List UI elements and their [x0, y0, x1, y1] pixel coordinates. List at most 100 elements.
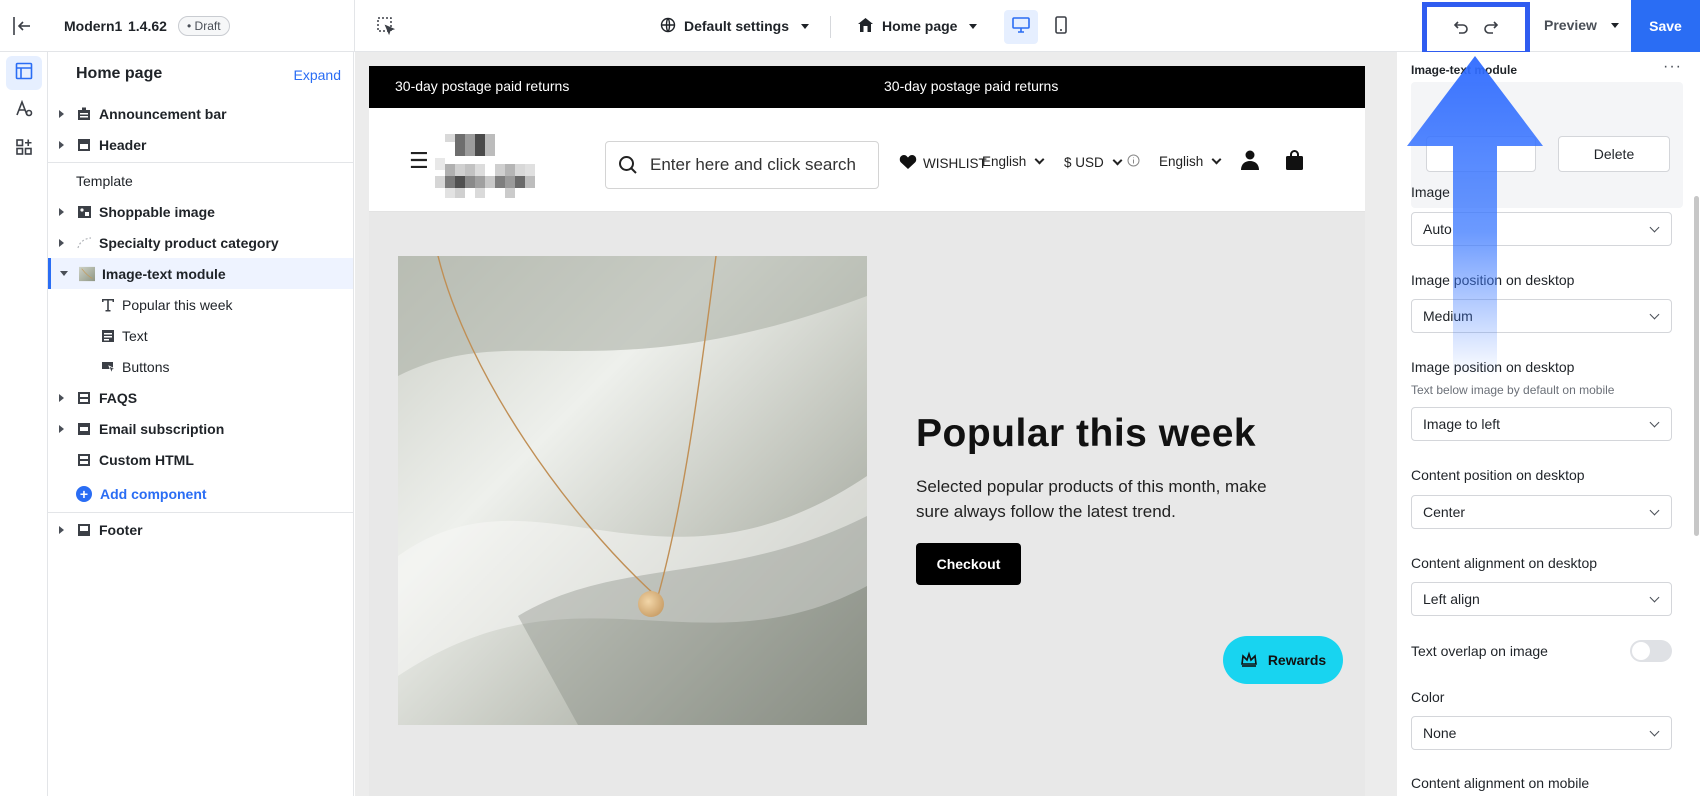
globe-icon [660, 17, 676, 36]
rewards-label: Rewards [1267, 652, 1327, 668]
layer-announcement-bar[interactable]: Announcement bar [48, 98, 353, 129]
expand-arrow-icon[interactable] [59, 525, 64, 534]
layer-label: Text [122, 327, 148, 344]
layout-icon [15, 62, 33, 85]
apps-rail-button[interactable] [6, 132, 42, 166]
topbar-divider [354, 0, 355, 52]
currency-select[interactable]: $ USD [1064, 154, 1140, 170]
checkout-button[interactable]: Checkout [916, 543, 1021, 585]
image-card: Delete [1411, 82, 1683, 208]
mobile-view-button[interactable] [1044, 10, 1078, 44]
draft-badge: • Draft [178, 16, 230, 36]
expand-arrow-icon[interactable] [59, 393, 64, 402]
cart-bag-icon[interactable] [1286, 150, 1303, 170]
left-rail [0, 52, 48, 796]
layer-label: Specialty product category [99, 234, 279, 251]
layer-custom-html[interactable]: Custom HTML [48, 444, 353, 475]
layer-popular-this-week[interactable]: Popular this week [48, 289, 353, 320]
expand-arrow-icon[interactable] [59, 238, 64, 247]
layer-image-text-module[interactable]: Image-text module [48, 258, 353, 289]
plus-circle-icon: + [76, 486, 92, 502]
preview-dropdown[interactable]: Preview [1544, 17, 1619, 33]
shoppable-image-icon [76, 204, 92, 220]
caret-down-icon [1610, 22, 1619, 28]
save-button[interactable]: Save [1631, 0, 1700, 52]
undo-icon[interactable] [1451, 18, 1469, 41]
image-select[interactable]: Auto [1411, 212, 1672, 246]
content-alignment-label: Content alignment on desktop [1411, 555, 1598, 571]
color-select[interactable]: None [1411, 716, 1672, 750]
layer-buttons[interactable]: Buttons [48, 351, 353, 382]
store-logo [435, 134, 535, 200]
page-dropdown[interactable]: Home page [857, 14, 978, 38]
settings-scrollbar[interactable] [1694, 196, 1699, 536]
layer-email-subscription[interactable]: Email subscription [48, 413, 353, 444]
layer-footer[interactable]: Footer [48, 514, 353, 545]
more-options-icon[interactable]: ··· [1663, 58, 1682, 76]
content-alignment-select[interactable]: Left align [1411, 582, 1672, 616]
change-image-button[interactable] [1426, 136, 1536, 172]
layer-label: Image-text module [102, 265, 226, 282]
text-heading-icon [100, 297, 116, 313]
theme-style-rail-button[interactable] [6, 94, 42, 128]
layer-label: Email subscription [99, 420, 225, 437]
content-position-label: Content position on desktop [1411, 467, 1585, 483]
layer-shoppable-image[interactable]: Shoppable image [48, 196, 353, 227]
layer-faqs[interactable]: FAQS [48, 382, 353, 413]
expand-arrow-icon[interactable] [59, 140, 64, 149]
theme-name: Modern1 [64, 18, 123, 34]
faq-icon [76, 390, 92, 406]
chevron-down-icon [1211, 154, 1222, 165]
delete-button[interactable]: Delete [1558, 136, 1670, 172]
announcement-icon [76, 106, 92, 122]
settings-label: Default settings [684, 18, 790, 34]
text-block-icon [100, 328, 116, 344]
site-search-box[interactable]: Enter here and click search [605, 141, 879, 189]
toggle-knob [1632, 642, 1650, 660]
hamburger-menu-icon[interactable]: ☰ [409, 148, 429, 174]
layout-rail-button[interactable] [6, 56, 42, 90]
wishlist-link[interactable]: WISHLIST [899, 154, 987, 173]
content-position-select[interactable]: Center [1411, 495, 1672, 529]
image-text-section[interactable]: Popular this week Selected popular produ… [369, 212, 1365, 796]
currency-label: $ USD [1064, 154, 1104, 170]
layer-header[interactable]: Header [48, 129, 353, 160]
element-select-icon[interactable] [376, 16, 396, 36]
layer-label: Announcement bar [99, 105, 227, 122]
redo-icon[interactable] [1483, 18, 1501, 41]
expand-arrow-icon[interactable] [59, 207, 64, 216]
rewards-button[interactable]: Rewards [1223, 636, 1343, 684]
desktop-view-button[interactable] [1004, 10, 1038, 44]
mobile-alignment-label: Content alignment on mobile [1411, 775, 1590, 791]
image-size-value: Medium [1423, 308, 1473, 324]
language-label: English [982, 154, 1027, 169]
caret-down-icon [801, 23, 810, 29]
account-icon[interactable] [1241, 150, 1259, 170]
page-label: Home page [882, 18, 958, 34]
announcement-bar[interactable]: 30-day postage paid returns 30-day posta… [369, 66, 1365, 108]
settings-panel: Image-text module ··· Delete Image Auto … [1397, 52, 1700, 796]
expand-arrow-icon[interactable] [59, 424, 64, 433]
image-position-select[interactable]: Image to left [1411, 407, 1672, 441]
top-bar: Modern1 1.4.62 • Draft Default settings … [0, 0, 1700, 56]
layer-specialty-category[interactable]: Specialty product category [48, 227, 353, 258]
chevron-down-icon [1649, 592, 1660, 603]
add-component-link[interactable]: + Add component [76, 486, 207, 502]
text-overlap-label: Text overlap on image [1411, 643, 1548, 659]
theme-style-icon [15, 99, 33, 123]
layer-text[interactable]: Text [48, 320, 353, 351]
settings-title: Image-text module [1411, 63, 1518, 77]
search-icon [618, 155, 638, 175]
collapse-arrow-icon[interactable] [60, 271, 68, 276]
site-header[interactable]: ☰ Enter here and click search WISHLIST E… [369, 108, 1365, 212]
image-size-select[interactable]: Medium [1411, 299, 1672, 333]
feature-description: Selected popular products of this month,… [916, 477, 1267, 521]
expand-arrow-icon[interactable] [59, 109, 64, 118]
settings-dropdown[interactable]: Default settings [660, 14, 810, 38]
text-overlap-toggle[interactable] [1630, 640, 1672, 662]
chevron-down-icon [1034, 154, 1045, 165]
language-select[interactable]: English [982, 154, 1045, 169]
language-select-2[interactable]: English [1159, 154, 1222, 169]
exit-editor-icon[interactable] [10, 14, 34, 38]
expand-link[interactable]: Expand [294, 67, 341, 83]
